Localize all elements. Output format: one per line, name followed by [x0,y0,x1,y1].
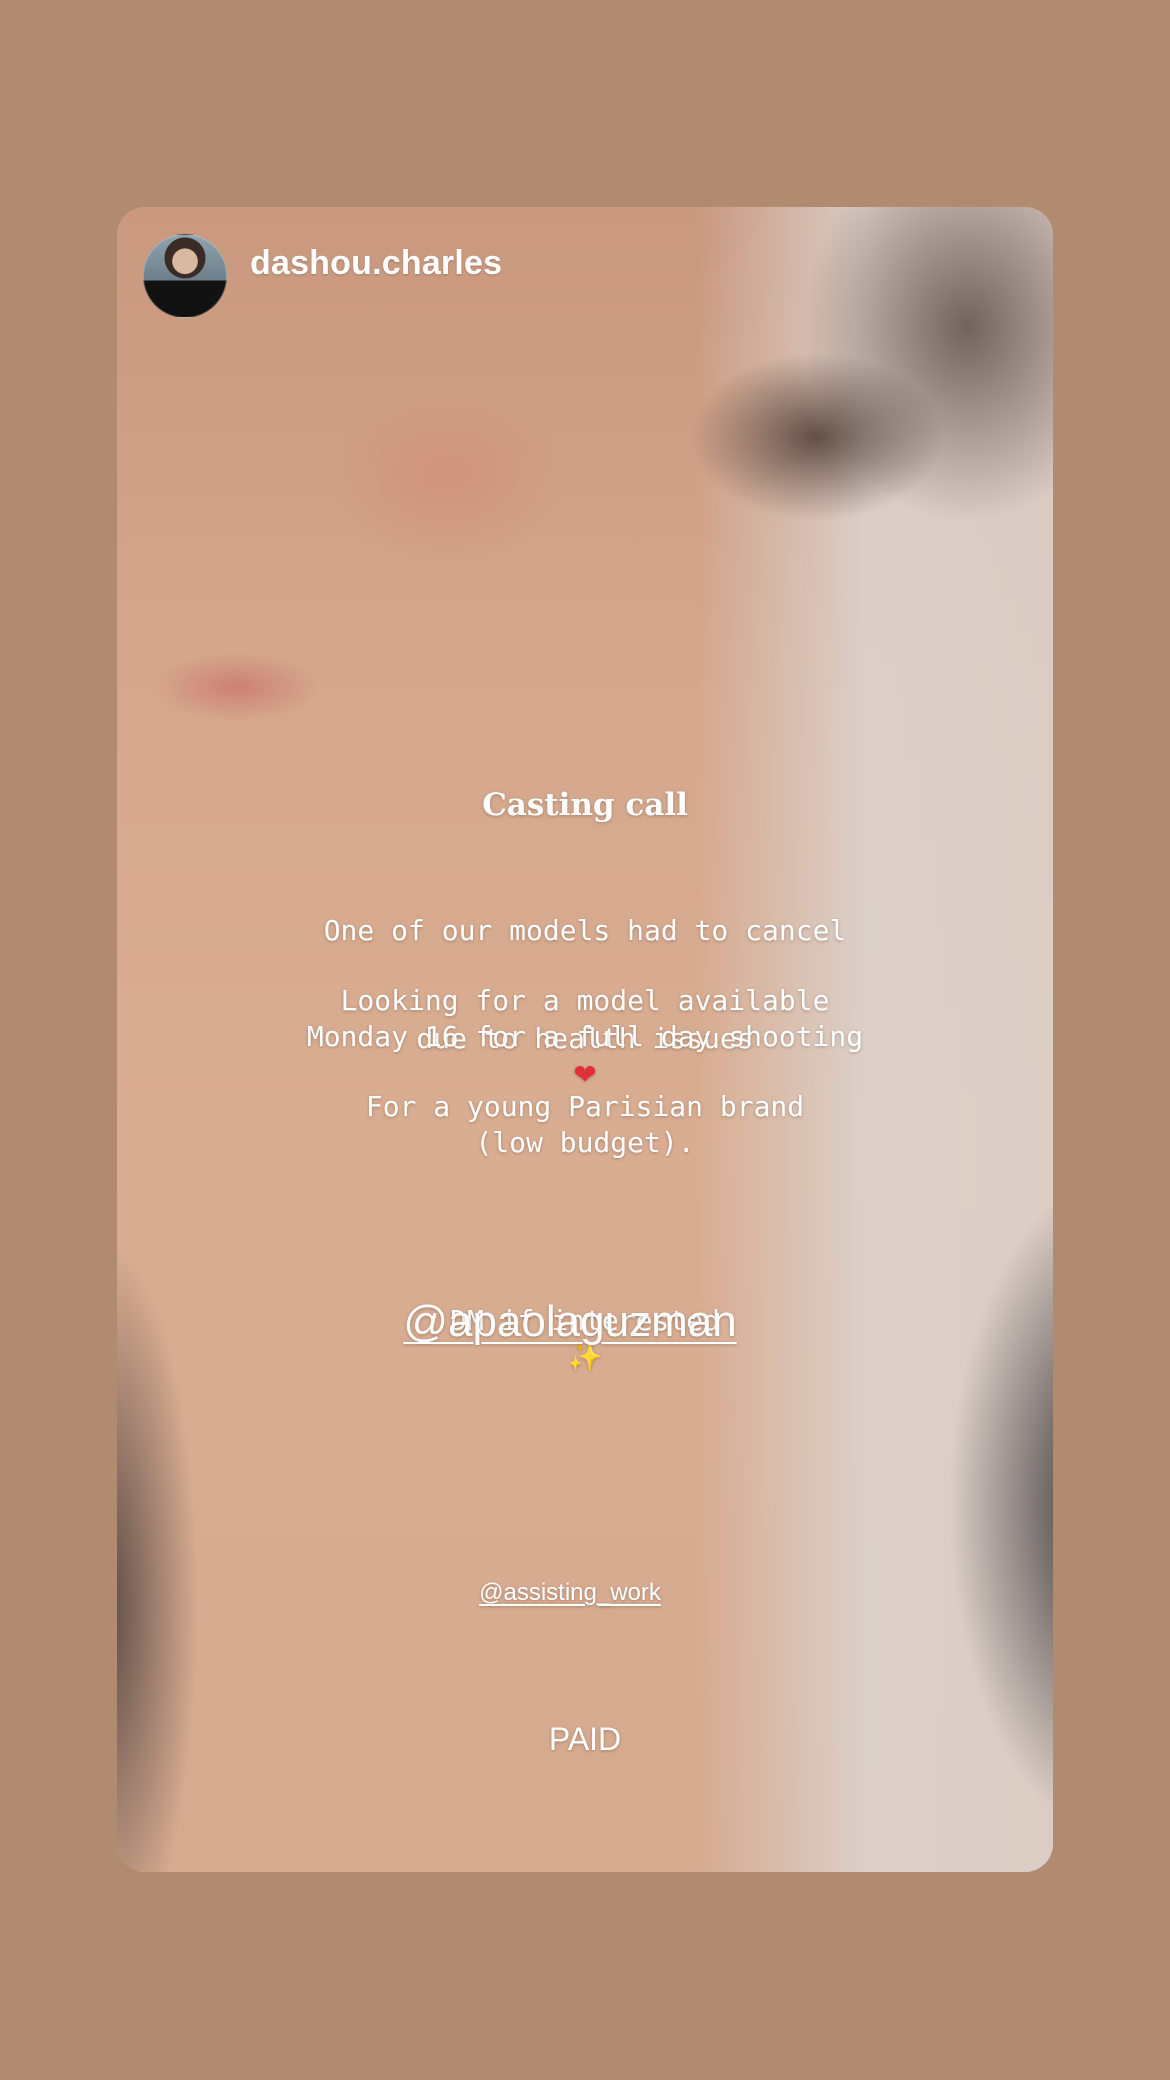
paragraph-1-line-1: One of our models had to cancel [323,914,847,947]
mention-assisting-work[interactable]: @assisting_work [117,1579,1053,1607]
story-paragraph-2: Looking for a model available Monday 16 … [306,984,864,1053]
story-card[interactable]: dashou.charles Casting call One of our m… [117,207,1053,1872]
paid-label: PAID [548,1721,622,1757]
username-label[interactable]: dashou.charles [250,244,502,283]
profile-avatar[interactable] [143,234,227,318]
story-paragraph-3: For a young Parisian brand (low budget). [365,1090,805,1159]
story-title: Casting call [482,787,688,823]
mending-heart-icon: ❤ [573,1058,597,1091]
mention-apaolaguzman[interactable]: @apaolaguzman [117,1297,1053,1347]
